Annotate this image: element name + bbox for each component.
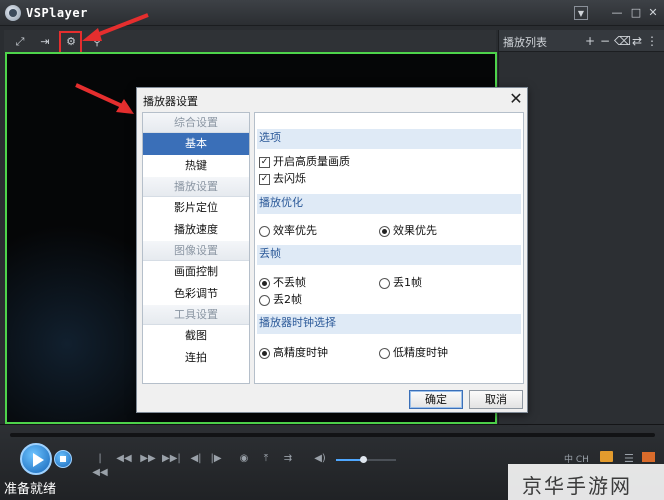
nav-item-seek[interactable]: 影片定位 — [143, 197, 249, 219]
play-button[interactable] — [20, 443, 52, 475]
volume-fill — [336, 459, 363, 461]
quality-radio[interactable]: 效果优先 — [379, 224, 437, 238]
settings-content: 选项 ✓ 开启高质量画质 ✓ 去闪烁 播放优化 效率优先 效果优先 丢帧 不丢帧 丢… — [254, 112, 524, 384]
nav-item-hotkeys[interactable]: 热键 — [143, 155, 249, 177]
nav-group-image: 图像设置 — [143, 241, 249, 261]
nav-group-tools: 工具设置 — [143, 305, 249, 325]
pin-icon[interactable]: ⇥ — [36, 33, 54, 50]
watermark: 京华手游网 — [508, 464, 664, 500]
highclock-radio[interactable]: 高精度时钟 — [259, 346, 328, 360]
status-text: 准备就绪 — [4, 482, 57, 497]
nodrop-radio[interactable]: 不丢帧 — [259, 276, 306, 290]
cancel-button[interactable]: 取消 — [469, 390, 523, 409]
section-options: 选项 — [257, 129, 521, 149]
trash-icon[interactable]: ⌫ — [614, 33, 631, 49]
nav-item-color[interactable]: 色彩调节 — [143, 283, 249, 305]
quality-label: 效果优先 — [393, 224, 437, 237]
section-clock: 播放器时钟选择 — [257, 314, 521, 334]
step-back-icon[interactable]: ◀| — [188, 452, 204, 466]
watermark-text: 京华手游网 — [522, 474, 632, 498]
remove-icon[interactable]: − — [598, 33, 612, 49]
progress-bar[interactable] — [10, 433, 655, 437]
first-icon[interactable]: |◀◀ — [92, 452, 108, 478]
arrow-annotation-top — [82, 13, 149, 41]
dialog-title: 播放器设置 — [143, 95, 198, 108]
mail-icon[interactable] — [642, 452, 655, 462]
radio-selected-icon — [379, 225, 390, 237]
loop-icon[interactable]: ⇉ — [280, 452, 296, 466]
nav-item-speed[interactable]: 播放速度 — [143, 219, 249, 241]
nav-item-display[interactable]: 画面控制 — [143, 261, 249, 283]
deflicker-checkbox[interactable]: ✓ 去闪烁 — [259, 172, 306, 186]
drop1-label: 丢1帧 — [393, 276, 422, 289]
fullscreen-icon[interactable]: ⤢ — [11, 33, 29, 50]
drop2-label: 丢2帧 — [273, 293, 302, 306]
camera-icon[interactable]: ◉ — [236, 452, 252, 466]
checkbox-checked-icon: ✓ — [259, 173, 270, 185]
arrow-annotation-dialog — [75, 83, 134, 114]
dialog-close-icon[interactable]: ✕ — [507, 90, 525, 108]
nodrop-label: 不丢帧 — [273, 276, 306, 289]
playlist-header: 播放列表 + − ⌫ ⇄ ⋮ — [499, 30, 664, 52]
settings-dialog: 播放器设置 ✕ 综合设置 基本 热键 播放设置 影片定位 播放速度 图像设置 画… — [136, 87, 528, 413]
last-icon[interactable]: ▶▶| — [162, 452, 181, 466]
menu-icon[interactable]: ▼ — [574, 6, 588, 20]
volume-knob[interactable] — [360, 456, 367, 463]
radio-icon — [259, 294, 270, 306]
ok-button[interactable]: 确定 — [409, 390, 463, 409]
lowclock-radio[interactable]: 低精度时钟 — [379, 346, 448, 360]
nav-item-burst[interactable]: 连拍 — [143, 347, 249, 369]
nav-item-basic[interactable]: 基本 — [143, 133, 249, 155]
folder-icon[interactable] — [600, 451, 613, 462]
hq-label: 开启高质量画质 — [273, 155, 350, 168]
radio-selected-icon — [259, 347, 270, 359]
settings-nav: 综合设置 基本 热键 播放设置 影片定位 播放速度 图像设置 画面控制 色彩调节… — [142, 112, 250, 384]
more-icon[interactable]: ⋮ — [645, 33, 659, 49]
record-icon[interactable]: ⤒ — [258, 452, 274, 466]
efficiency-radio[interactable]: 效率优先 — [259, 224, 317, 238]
maximize-icon[interactable]: □ — [629, 6, 643, 20]
section-dropframe: 丢帧 — [257, 245, 521, 265]
forward-icon[interactable]: ▶▶ — [140, 452, 156, 466]
playlist-title: 播放列表 — [503, 36, 547, 49]
stop-button[interactable] — [54, 450, 72, 468]
app-title: VSPlayer — [26, 6, 88, 20]
section-optimize: 播放优化 — [257, 194, 521, 214]
highclock-label: 高精度时钟 — [273, 346, 328, 359]
radio-icon — [379, 347, 390, 359]
radio-selected-icon — [259, 277, 270, 289]
deflicker-label: 去闪烁 — [273, 172, 306, 185]
checkbox-checked-icon: ✓ — [259, 156, 270, 168]
volume-icon[interactable]: ◀) — [312, 452, 328, 466]
radio-icon — [379, 277, 390, 289]
lowclock-label: 低精度时钟 — [393, 346, 448, 359]
step-forward-icon[interactable]: |▶ — [208, 452, 224, 466]
drop2-radio[interactable]: 丢2帧 — [259, 293, 302, 307]
nav-item-snapshot[interactable]: 截图 — [143, 325, 249, 347]
rewind-icon[interactable]: ◀◀ — [116, 452, 132, 466]
efficiency-label: 效率优先 — [273, 224, 317, 237]
nav-group-general: 综合设置 — [143, 113, 249, 133]
nav-group-playback: 播放设置 — [143, 177, 249, 197]
minimize-icon[interactable]: — — [610, 6, 624, 20]
close-icon[interactable]: ✕ — [646, 6, 660, 20]
app-logo-icon — [5, 5, 21, 21]
hq-checkbox[interactable]: ✓ 开启高质量画质 — [259, 155, 350, 169]
drop1-radio[interactable]: 丢1帧 — [379, 276, 422, 290]
sort-icon[interactable]: ⇄ — [630, 33, 644, 49]
add-icon[interactable]: + — [583, 33, 597, 49]
radio-icon — [259, 225, 270, 237]
